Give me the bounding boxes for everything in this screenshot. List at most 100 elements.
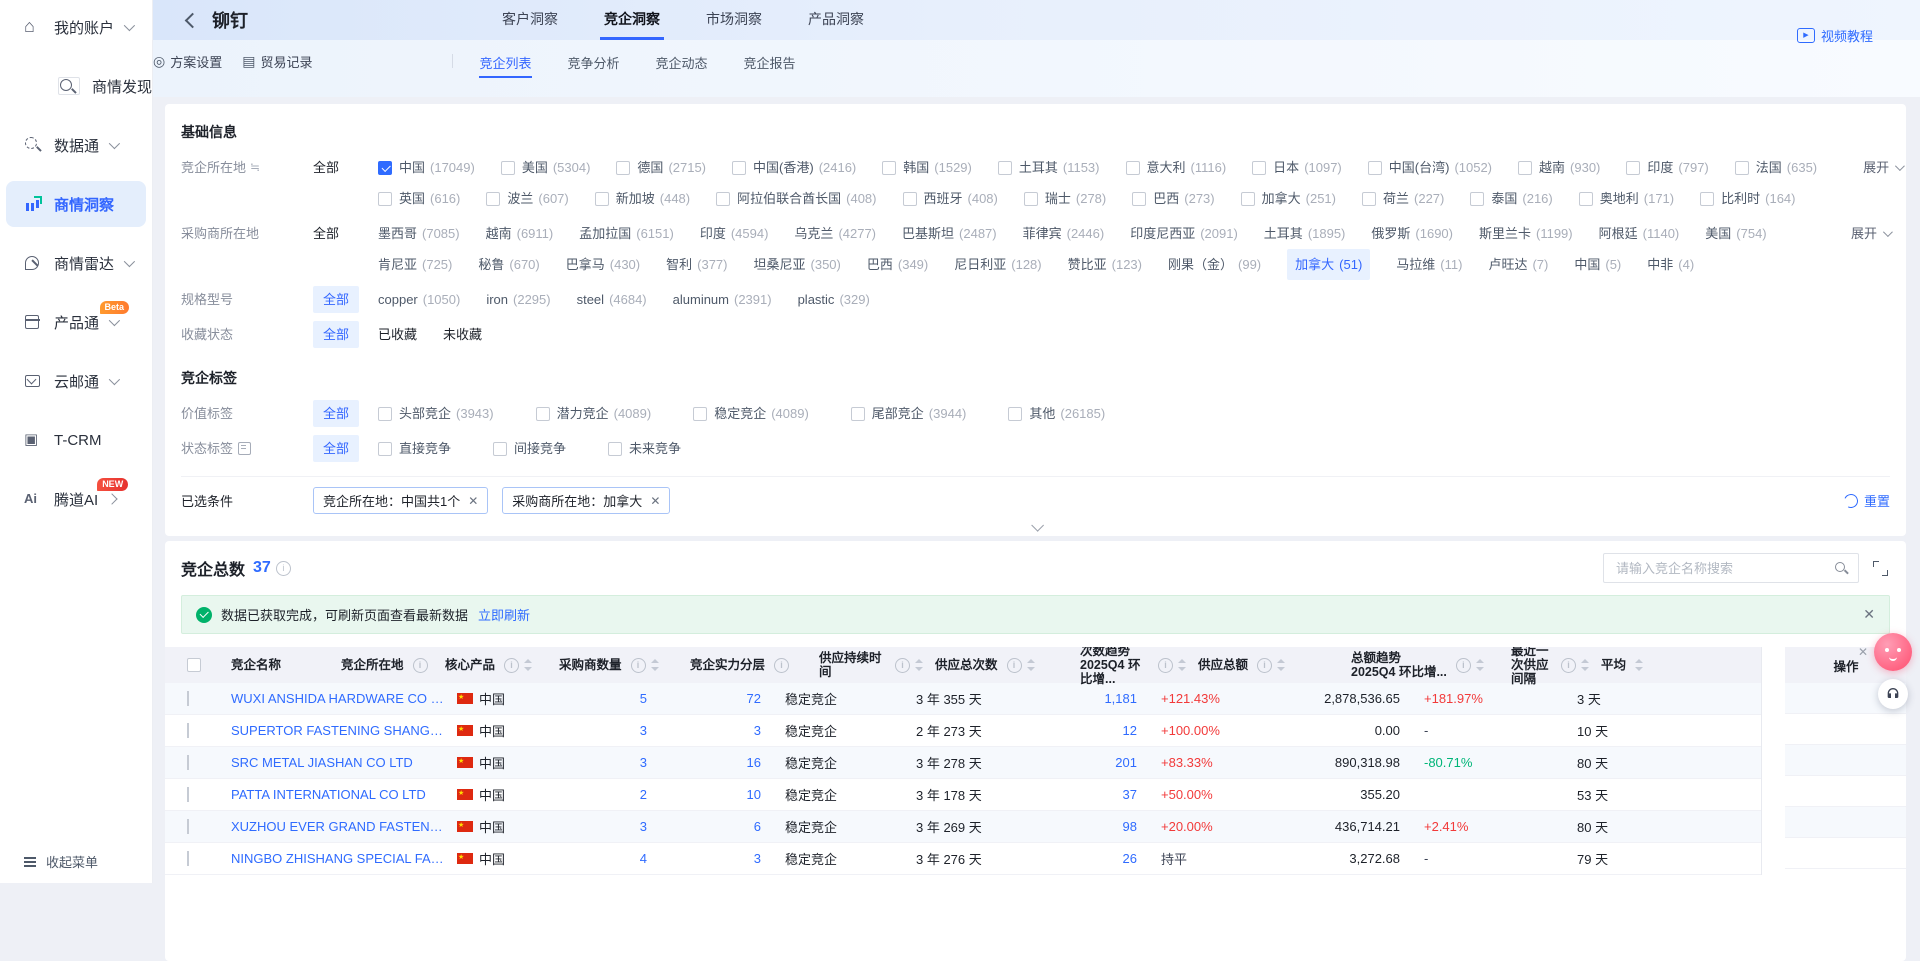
country-checkbox-option[interactable]: 奥地利 (171) bbox=[1579, 183, 1674, 214]
video-tutorial-button[interactable]: 视频教程 bbox=[1797, 26, 1873, 45]
supply-total-count[interactable]: 1,181 bbox=[1104, 691, 1137, 706]
buyer-country-option[interactable]: 土耳其 (1895) bbox=[1264, 218, 1346, 249]
buyer-country-option[interactable]: 美国 (754) bbox=[1705, 218, 1766, 249]
core-products-count[interactable]: 3 bbox=[640, 723, 647, 738]
buyer-country-option[interactable]: 中国 (5) bbox=[1574, 249, 1621, 280]
country-checkbox-option[interactable]: 新加坡 (448) bbox=[595, 183, 690, 214]
buyer-country-option[interactable]: 秘鲁 (670) bbox=[478, 249, 539, 280]
insight-tab[interactable]: 竞企洞察 bbox=[600, 0, 664, 40]
filter-all-chip[interactable]: 全部 bbox=[313, 400, 359, 427]
sidebar-item[interactable]: 腾道AI NEW bbox=[0, 476, 152, 522]
sidebar-item[interactable]: T-CRM bbox=[0, 417, 152, 463]
buyer-country-option[interactable]: 赞比亚 (123) bbox=[1068, 249, 1142, 280]
value-tag-option[interactable]: 潜力竞企 (4089) bbox=[536, 398, 652, 429]
country-checkbox-option[interactable]: 瑞士 (278) bbox=[1024, 183, 1106, 214]
checkbox[interactable] bbox=[1126, 161, 1140, 175]
row-checkbox[interactable] bbox=[187, 723, 189, 738]
table-row[interactable]: NINGBO ZHISHANG SPECIAL FAST... 中国 4 3 稳… bbox=[165, 843, 1762, 875]
country-checkbox-option[interactable]: 巴西 (273) bbox=[1132, 183, 1214, 214]
value-tag-option[interactable]: 头部竞企 (3943) bbox=[378, 398, 494, 429]
buyer-country-option[interactable]: 印度 (4594) bbox=[700, 218, 769, 249]
buyer-country-option[interactable]: 巴西 (349) bbox=[867, 249, 928, 280]
table-row[interactable]: XUZHOU EVER GRAND FASTENERS... 中国 3 6 稳定… bbox=[165, 811, 1762, 843]
sort-icon[interactable] bbox=[651, 659, 659, 671]
country-checkbox-option[interactable]: 加拿大 (251) bbox=[1241, 183, 1336, 214]
filter-all-chip[interactable]: 全部 bbox=[313, 321, 359, 348]
checkbox[interactable] bbox=[882, 161, 896, 175]
checkbox[interactable] bbox=[378, 407, 392, 421]
sub-tab[interactable]: 竞企动态 bbox=[656, 49, 708, 78]
buyer-country-option[interactable]: 越南 (6911) bbox=[486, 218, 554, 249]
sub-tab[interactable]: 竞企报告 bbox=[744, 49, 796, 78]
sort-icon[interactable] bbox=[1635, 659, 1643, 671]
buyer-country-option[interactable]: 卢旺达 (7) bbox=[1488, 249, 1548, 280]
collapse-menu-button[interactable]: 收起菜单 bbox=[24, 852, 98, 871]
filter-all-option[interactable]: 全部 bbox=[313, 152, 378, 183]
checkbox[interactable] bbox=[1362, 192, 1376, 206]
checkbox[interactable] bbox=[1132, 192, 1146, 206]
country-checkbox-option[interactable]: 中国(香港) (2416) bbox=[732, 152, 856, 183]
core-products-count[interactable]: 3 bbox=[640, 755, 647, 770]
country-checkbox-option[interactable]: 中国 (17049) bbox=[378, 152, 475, 183]
row-checkbox[interactable] bbox=[187, 787, 189, 802]
row-checkbox[interactable] bbox=[187, 755, 189, 770]
buyer-country-option[interactable]: 巴基斯坦 (2487) bbox=[902, 218, 997, 249]
header-action-button[interactable]: ◎ 方案设置 bbox=[153, 49, 222, 73]
close-assistant-icon[interactable]: ✕ bbox=[1858, 645, 1868, 659]
insight-tab[interactable]: 市场洞察 bbox=[702, 0, 766, 40]
core-products-count[interactable]: 4 bbox=[640, 851, 647, 866]
column-info-icon[interactable] bbox=[1257, 658, 1272, 673]
table-row[interactable]: PATTA INTERNATIONAL CO LTD 中国 2 10 稳定竞企 … bbox=[165, 779, 1762, 811]
expand-link[interactable]: 展开 bbox=[1843, 152, 1902, 183]
row-checkbox[interactable] bbox=[187, 851, 189, 866]
column-info-icon[interactable] bbox=[774, 658, 789, 673]
checkbox[interactable] bbox=[1735, 161, 1749, 175]
checkbox[interactable] bbox=[1579, 192, 1593, 206]
checkbox[interactable] bbox=[1368, 161, 1382, 175]
checkbox[interactable] bbox=[693, 407, 707, 421]
spec-option[interactable]: iron (2295) bbox=[486, 284, 550, 315]
buyer-country-option[interactable]: 墨西哥 (7085) bbox=[378, 218, 460, 249]
core-products-count[interactable]: 5 bbox=[640, 691, 647, 706]
value-tag-option[interactable]: 稳定竞企 (4089) bbox=[693, 398, 809, 429]
buyer-country-option[interactable]: 巴拿马 (430) bbox=[566, 249, 640, 280]
sort-icon[interactable] bbox=[1277, 659, 1285, 671]
buyer-country-option[interactable]: 尼日利亚 (128) bbox=[954, 249, 1041, 280]
spec-option[interactable]: plastic (329) bbox=[798, 284, 870, 315]
value-tag-option[interactable]: 尾部竞企 (3944) bbox=[851, 398, 967, 429]
search-icon[interactable] bbox=[1834, 561, 1848, 575]
header-action-button[interactable]: ▤ 贸易记录 bbox=[242, 49, 312, 73]
country-checkbox-option[interactable]: 越南 (930) bbox=[1518, 152, 1600, 183]
sidebar-item[interactable]: 产品通 Beta bbox=[0, 299, 152, 345]
filter-all-chip[interactable]: 全部 bbox=[313, 286, 359, 313]
buyer-count[interactable]: 72 bbox=[747, 691, 761, 706]
country-checkbox-option[interactable]: 美国 (5304) bbox=[501, 152, 591, 183]
checkbox[interactable] bbox=[1626, 161, 1640, 175]
country-checkbox-option[interactable]: 韩国 (1529) bbox=[882, 152, 972, 183]
filter-all-option[interactable]: 全部 bbox=[313, 218, 378, 249]
column-info-icon[interactable] bbox=[1561, 658, 1576, 673]
status-tag-option[interactable]: 直接竞争 bbox=[378, 433, 451, 464]
value-tag-option[interactable]: 其他 (26185) bbox=[1008, 398, 1105, 429]
country-checkbox-option[interactable]: 西班牙 (408) bbox=[903, 183, 998, 214]
remove-chip-icon[interactable]: ✕ bbox=[468, 494, 478, 508]
supply-total-count[interactable]: 26 bbox=[1123, 851, 1137, 866]
insight-tab[interactable]: 产品洞察 bbox=[804, 0, 868, 40]
sort-icon[interactable] bbox=[1476, 659, 1484, 671]
sort-icon[interactable] bbox=[915, 659, 923, 671]
buyer-country-option[interactable]: 孟加拉国 (6151) bbox=[579, 218, 674, 249]
country-checkbox-option[interactable]: 比利时 (164) bbox=[1700, 183, 1795, 214]
checkbox[interactable] bbox=[536, 407, 550, 421]
back-icon[interactable] bbox=[185, 12, 201, 28]
refresh-now-link[interactable]: 立即刷新 bbox=[478, 605, 530, 624]
checkbox[interactable] bbox=[1470, 192, 1484, 206]
checkbox[interactable] bbox=[1518, 161, 1532, 175]
company-name-link[interactable]: SRC METAL JIASHAN CO LTD bbox=[231, 755, 445, 770]
column-info-icon[interactable] bbox=[1158, 658, 1173, 673]
buyer-count[interactable]: 3 bbox=[754, 851, 761, 866]
buyer-count[interactable]: 16 bbox=[747, 755, 761, 770]
checkbox[interactable] bbox=[1024, 192, 1038, 206]
country-checkbox-option[interactable]: 法国 (635) bbox=[1735, 152, 1817, 183]
selected-filter-chip[interactable]: 竞企所在地：中国共1个 ✕ bbox=[313, 487, 488, 514]
column-info-icon[interactable] bbox=[413, 658, 428, 673]
